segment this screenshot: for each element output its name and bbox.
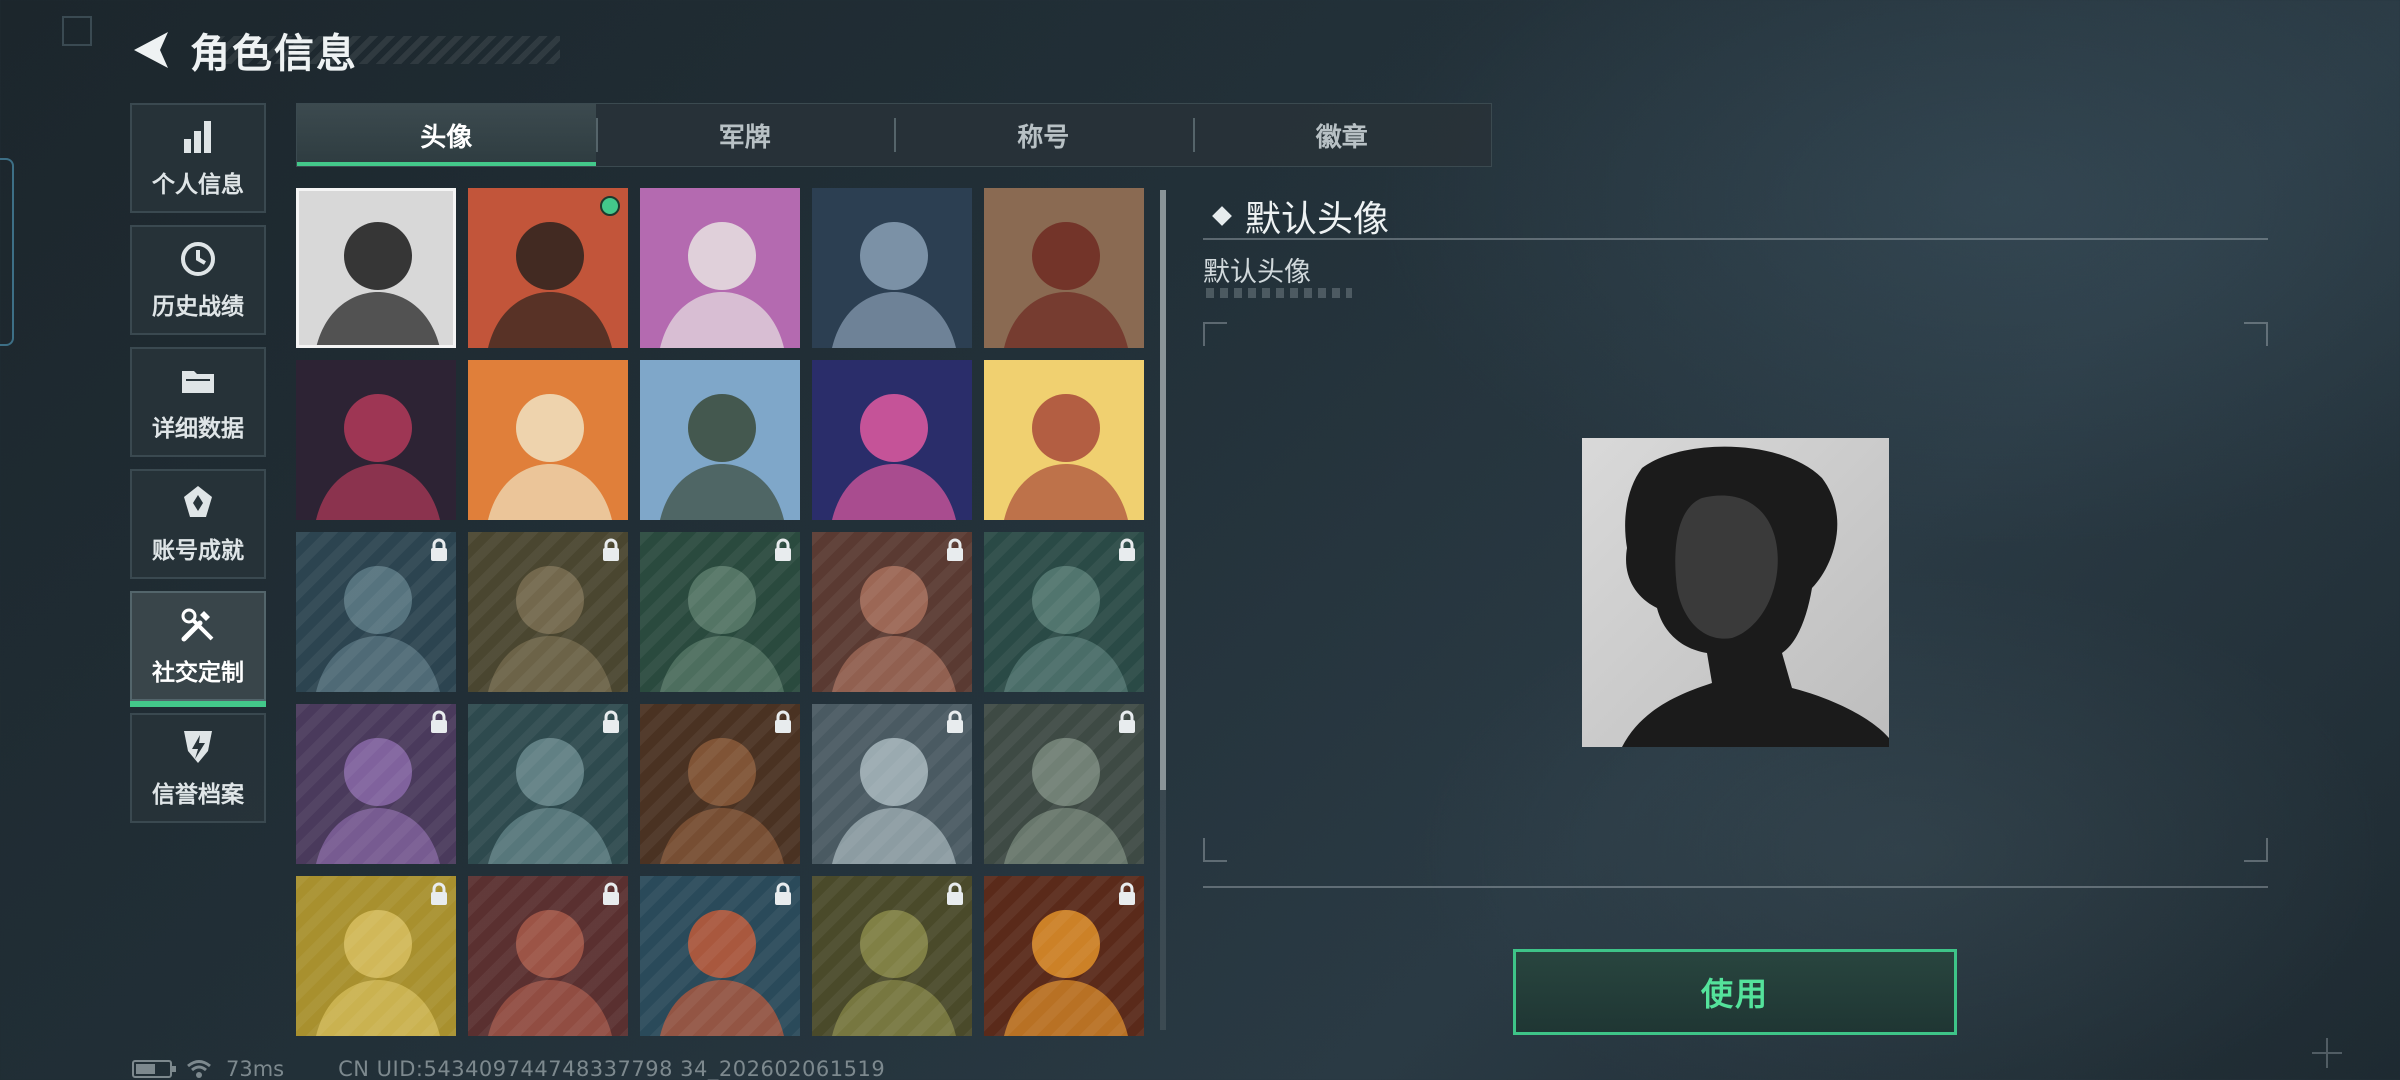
tab-avatar[interactable]: 头像 bbox=[297, 104, 596, 166]
bar-chart-icon bbox=[184, 121, 211, 153]
avatar-food-bowl[interactable] bbox=[984, 360, 1144, 520]
lock-icon bbox=[775, 538, 791, 561]
achievement-badge-icon bbox=[184, 486, 212, 517]
detail-header: 默认头像 bbox=[1212, 190, 1390, 242]
sidebar-item-achievements[interactable]: 账号成就 bbox=[130, 469, 266, 579]
corner-square bbox=[62, 16, 92, 46]
crosshair-icon bbox=[2312, 1038, 2342, 1068]
avatar-turban-character[interactable] bbox=[296, 360, 456, 520]
uid-text: CN UID:543409744748337798 34_20260206151… bbox=[338, 1057, 886, 1080]
avatar-glasses-soldier[interactable] bbox=[812, 876, 972, 1036]
avatar-ramen-cartoon[interactable] bbox=[296, 876, 456, 1036]
sidebar-item-label: 历史战绩 bbox=[152, 294, 244, 320]
sidebar-item-social-customize[interactable]: 社交定制 bbox=[130, 591, 266, 707]
category-tabs: 头像 军牌 称号 徽章 bbox=[296, 103, 1492, 167]
lock-icon bbox=[1119, 882, 1135, 905]
tools-icon bbox=[181, 608, 214, 642]
lock-icon bbox=[431, 882, 447, 905]
sidebar-item-label: 详细数据 bbox=[152, 416, 244, 442]
avatar-grid bbox=[296, 188, 1144, 1036]
equipped-indicator bbox=[600, 196, 620, 216]
avatar-explosion-hand[interactable] bbox=[984, 876, 1144, 1036]
sidebar-item-label: 信誉档案 bbox=[152, 782, 244, 808]
lock-icon bbox=[603, 538, 619, 561]
avatar-pyramid-explorer[interactable] bbox=[640, 360, 800, 520]
avatar-art bbox=[984, 188, 1144, 348]
avatar-grid-scrollbar[interactable] bbox=[1160, 190, 1166, 1030]
avatar-art bbox=[984, 360, 1144, 520]
avatar-red-hair-woman[interactable] bbox=[468, 876, 628, 1036]
left-edge-handle[interactable] bbox=[0, 158, 14, 346]
sidebar-item-label: 个人信息 bbox=[152, 172, 244, 198]
sidebar-item-label: 账号成就 bbox=[152, 538, 244, 564]
sidebar-item-detailed-data[interactable]: 详细数据 bbox=[130, 347, 266, 457]
avatar-default-portrait[interactable] bbox=[296, 188, 456, 348]
tab-dog-tag[interactable]: 军牌 bbox=[595, 104, 895, 166]
lightning-shield-icon bbox=[184, 731, 212, 763]
avatar-2026-fireworks[interactable] bbox=[812, 360, 972, 520]
avatar-masked-helmet[interactable] bbox=[468, 704, 628, 864]
page-title: 角色信息 bbox=[190, 31, 358, 77]
lock-icon bbox=[1119, 538, 1135, 561]
divider bbox=[1203, 886, 2268, 888]
back-arrow-icon[interactable] bbox=[130, 28, 174, 72]
folder-icon bbox=[182, 371, 214, 393]
lock-icon bbox=[947, 710, 963, 733]
lock-icon bbox=[603, 882, 619, 905]
avatar-art bbox=[640, 188, 800, 348]
avatar-art bbox=[468, 360, 628, 520]
avatar-scales-emblem[interactable] bbox=[984, 188, 1144, 348]
avatar-helmet-goggles-woman[interactable] bbox=[296, 532, 456, 692]
sidebar-item-personal-info[interactable]: 个人信息 bbox=[130, 103, 266, 213]
avatar-white-hair-girl[interactable] bbox=[640, 188, 800, 348]
avatar-art bbox=[812, 360, 972, 520]
avatar-art bbox=[812, 188, 972, 348]
lock-icon bbox=[947, 538, 963, 561]
avatar-cap-headset-soldier[interactable] bbox=[468, 188, 628, 348]
tab-title[interactable]: 称号 bbox=[894, 104, 1193, 166]
detail-faint-text bbox=[1206, 288, 1352, 298]
detail-subtitle: 默认头像 bbox=[1203, 257, 1311, 288]
sidebar-item-label: 社交定制 bbox=[152, 660, 244, 686]
page-header: 角色信息 bbox=[130, 22, 358, 78]
wifi-icon bbox=[187, 1060, 211, 1078]
sidebar-item-match-history[interactable]: 历史战绩 bbox=[130, 225, 266, 335]
tab-badge[interactable]: 徽章 bbox=[1192, 104, 1492, 166]
history-clock-icon bbox=[181, 242, 215, 276]
avatar-soldier-headphones[interactable] bbox=[640, 532, 800, 692]
lock-icon bbox=[1119, 710, 1135, 733]
avatar-glasses-beard[interactable] bbox=[984, 532, 1144, 692]
diamond-icon bbox=[1212, 206, 1232, 226]
avatar-art bbox=[296, 188, 456, 348]
lock-icon bbox=[603, 710, 619, 733]
avatar-scope-rifle[interactable] bbox=[812, 188, 972, 348]
avatar-face-cover[interactable] bbox=[640, 704, 800, 864]
avatar-monkey-reading[interactable] bbox=[468, 360, 628, 520]
detail-title: 默认头像 bbox=[1245, 199, 1390, 240]
battery-icon bbox=[132, 1060, 176, 1078]
lock-icon bbox=[775, 710, 791, 733]
avatar-preview-image bbox=[1582, 438, 1889, 747]
avatar-eri-globe[interactable] bbox=[640, 876, 800, 1036]
ping-text: 73ms bbox=[226, 1057, 285, 1080]
avatar-bearded-headset[interactable] bbox=[468, 532, 628, 692]
use-button[interactable]: 使用 bbox=[1513, 949, 1957, 1035]
avatar-art bbox=[296, 360, 456, 520]
status-bar: 73ms CN UID:543409744748337798 34_202602… bbox=[132, 1055, 885, 1080]
avatar-purple-woman[interactable] bbox=[296, 704, 456, 864]
sidebar-item-credit-record[interactable]: 信誉档案 bbox=[130, 713, 266, 823]
divider bbox=[1203, 238, 2268, 240]
avatar-goggles-helmet[interactable] bbox=[812, 532, 972, 692]
lock-icon bbox=[775, 882, 791, 905]
lock-icon bbox=[431, 710, 447, 733]
sidebar: 个人信息 历史战绩 详细数据 账号成就 社交定制 信誉档案 bbox=[130, 103, 266, 835]
scrollbar-thumb[interactable] bbox=[1160, 190, 1166, 790]
lock-icon bbox=[431, 538, 447, 561]
avatar-art bbox=[640, 360, 800, 520]
avatar-star-gear-emblem[interactable] bbox=[812, 704, 972, 864]
avatar-helicopter-field[interactable] bbox=[984, 704, 1144, 864]
lock-icon bbox=[947, 882, 963, 905]
